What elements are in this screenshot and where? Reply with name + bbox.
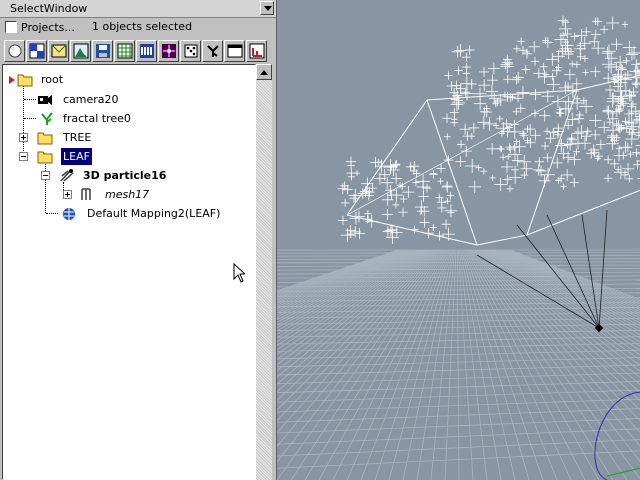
tree-item-tree-folder[interactable]: TREE [7,129,127,146]
grid-line [416,249,455,480]
checker-icon [29,43,45,59]
expand-arrow-icon[interactable] [9,76,15,84]
tree-item-label: root [41,73,64,86]
grid-line [430,249,456,480]
floppy-button[interactable] [92,40,113,62]
scene-tree: root camera20 fractal tree0 TREE LEAF 3D… [2,64,256,480]
target-button[interactable] [158,40,179,62]
grid-icon [117,43,133,59]
dice-button[interactable] [180,40,201,62]
grid-line [459,249,488,480]
options-bar: Projects... 1 objects selected [0,18,276,38]
projects-checkbox[interactable] [5,21,17,33]
collapse-minus-icon[interactable] [19,152,28,161]
branch-icon [207,45,219,57]
plant-icon [41,112,53,125]
viewport-canvas[interactable] [277,0,640,480]
wire-edge [476,234,528,246]
comb-button[interactable] [136,40,157,62]
chart-icon [249,43,265,59]
globe-icon [63,208,75,220]
envelope-icon [51,44,67,58]
tree-item-fractal-tree[interactable]: fractal tree0 [7,110,167,127]
grid-line [277,264,640,267]
mouse-pointer-icon [233,263,245,283]
spline-curve [594,391,640,480]
folder-icon [37,151,53,164]
grid-line [456,249,460,480]
tree-item-mesh[interactable]: mesh17 [7,186,167,203]
chevron-down-icon[interactable] [260,1,274,15]
camera-icon [38,95,52,105]
particle-icon [60,169,74,182]
tree-item-leaf-folder[interactable]: LEAF [7,148,127,165]
folder-icon [37,132,53,145]
grid-button[interactable] [114,40,135,62]
comb-icon [140,44,154,58]
window-button[interactable] [224,40,245,62]
tree-item-label: Default Mapping2(LEAF) [87,207,221,220]
projects-label[interactable]: Projects... [21,21,75,34]
sphere-icon [8,44,22,58]
tree-item-camera[interactable]: camera20 [7,91,147,108]
dice-icon [184,44,198,58]
grid-line [277,268,640,271]
tree-item-label: camera20 [63,93,119,106]
tree-item-label: 3D particle16 [83,169,167,182]
tree-item-label: mesh17 [105,188,150,201]
mesh-icon [81,188,91,200]
select-window-label: SelectWindow [10,2,88,15]
checker-button[interactable] [26,40,47,62]
wire-edge [526,89,578,236]
tree-item-label: fractal tree0 [63,112,131,125]
grid-line [374,249,451,480]
grid-line [460,249,502,480]
expand-plus-icon[interactable] [19,133,28,142]
grid-line [444,249,457,480]
chart-button[interactable] [246,40,267,62]
tree-item-particle[interactable]: 3D particle16 [7,167,207,184]
grid-line [277,349,640,360]
wire-edge [346,99,428,216]
tree-item-mapping[interactable]: Default Mapping2(LEAF) [7,205,237,222]
grid-line [277,357,640,368]
tree-item-label: TREE [63,131,92,144]
mountain-icon [73,43,89,59]
3d-viewport[interactable] [276,0,640,480]
window-icon [227,44,243,58]
grid-line [457,249,474,480]
floppy-icon [96,44,110,58]
wire-edge [426,99,478,246]
selection-count: 1 objects selected [92,20,193,33]
expand-plus-icon[interactable] [63,190,72,199]
grid-line [402,249,454,480]
branch-button[interactable] [202,40,223,62]
sphere-button[interactable] [4,40,25,62]
select-window-panel: SelectWindow Projects... 1 objects selec… [0,0,276,480]
target-icon [162,44,176,58]
select-window-dropdown[interactable]: SelectWindow [0,0,276,18]
envelope-button[interactable] [48,40,69,62]
toolbar [2,40,274,64]
wire-edge [346,89,578,216]
wire-edge [526,189,640,236]
scroll-up-button[interactable] [256,64,272,80]
collapse-minus-icon[interactable] [41,171,50,180]
ground-grid [277,249,640,480]
tree-scrollbar[interactable] [256,64,272,480]
mountain-button[interactable] [70,40,91,62]
tree-item-label: LEAF [61,148,92,165]
tree-item-root[interactable]: root [7,71,87,88]
folder-icon [17,74,33,87]
grid-line [277,261,640,264]
grid-line [388,249,452,480]
